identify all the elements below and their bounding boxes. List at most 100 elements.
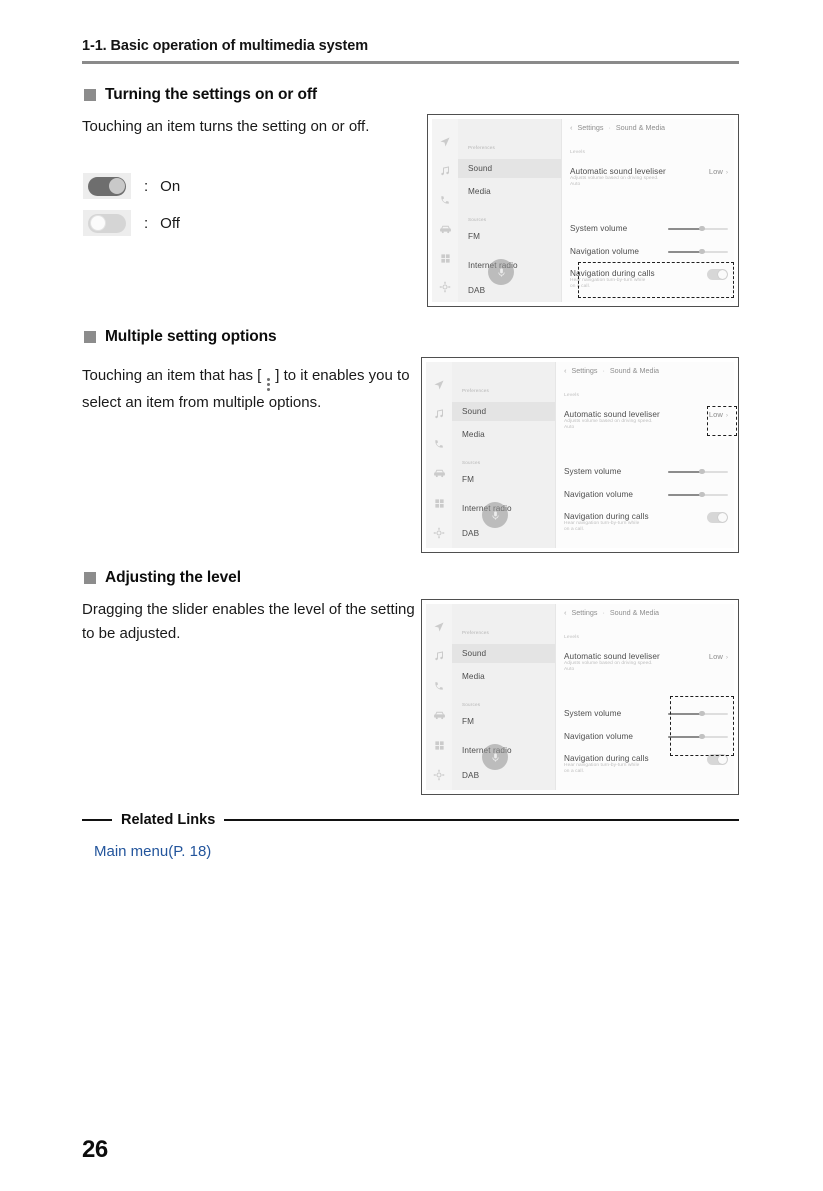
setting-value-text: Low xyxy=(708,652,723,661)
navigation-during-calls-toggle[interactable] xyxy=(707,269,728,280)
menu-item-dab[interactable]: DAB xyxy=(452,529,489,538)
related-links-rule-left xyxy=(82,818,112,822)
slider-thumb[interactable] xyxy=(699,491,705,498)
icon-rail xyxy=(432,119,458,302)
phone-icon[interactable] xyxy=(432,679,446,693)
toggle-knob xyxy=(108,178,125,194)
infotainment-screen: Preferences Sound Media Sources FM Inter… xyxy=(432,119,734,302)
slider-thumb[interactable] xyxy=(699,710,705,717)
setting-name: Automatic sound leveliser xyxy=(564,410,660,419)
legend-row-off: : Off xyxy=(83,210,180,236)
setting-name: Navigation during calls xyxy=(564,512,649,521)
square-bullet-icon xyxy=(84,89,96,101)
back-chevron-icon[interactable]: ‹ xyxy=(564,366,567,375)
setting-subtitle-2: Auto xyxy=(564,667,575,673)
menu-group-label-sources: Sources xyxy=(462,460,481,465)
setting-value[interactable]: Low › xyxy=(709,410,728,419)
breadcrumb-root[interactable]: Settings xyxy=(578,123,604,132)
setting-row-system-volume[interactable]: System volume xyxy=(570,224,728,233)
music-note-icon[interactable] xyxy=(432,649,446,663)
setting-row-navigation-during-calls[interactable]: Navigation during calls Hear navigation … xyxy=(564,512,728,533)
car-icon[interactable] xyxy=(432,709,446,723)
navigation-volume-slider[interactable] xyxy=(668,491,728,499)
car-icon[interactable] xyxy=(438,222,452,236)
system-volume-slider[interactable] xyxy=(668,710,728,718)
setting-row-system-volume[interactable]: System volume xyxy=(564,467,728,476)
infotainment-screen: Preferences Sound Media Sources FM Inter… xyxy=(426,604,734,790)
system-volume-slider[interactable] xyxy=(668,468,728,476)
breadcrumb-root[interactable]: Settings xyxy=(572,608,598,617)
menu-item-sound[interactable]: Sound xyxy=(452,402,555,421)
legend-colon-on: : xyxy=(144,177,149,195)
microphone-icon[interactable] xyxy=(482,502,508,528)
navigation-during-calls-toggle[interactable] xyxy=(707,754,728,765)
navigation-arrow-icon[interactable] xyxy=(438,135,452,149)
menu-item-sound[interactable]: Sound xyxy=(452,644,555,663)
back-chevron-icon[interactable]: ‹ xyxy=(570,123,573,132)
menu-item-sound[interactable]: Sound xyxy=(458,159,561,178)
slider-thumb[interactable] xyxy=(699,225,705,232)
setting-name: System volume xyxy=(564,467,622,476)
gear-icon[interactable] xyxy=(432,768,446,782)
setting-row-automatic-sound-leveliser[interactable]: Automatic sound leveliser Adjusts volume… xyxy=(570,167,728,188)
chevron-right-icon: › xyxy=(725,654,728,661)
navigation-volume-slider[interactable] xyxy=(668,248,728,256)
car-icon[interactable] xyxy=(432,467,446,481)
menu-item-media[interactable]: Media xyxy=(458,187,501,196)
music-note-icon[interactable] xyxy=(432,407,446,421)
setting-row-navigation-volume[interactable]: Navigation volume xyxy=(564,732,728,741)
gear-icon[interactable] xyxy=(432,526,446,540)
microphone-icon[interactable] xyxy=(482,744,508,770)
slider-fill xyxy=(668,735,701,738)
setting-value[interactable]: Low › xyxy=(709,652,728,661)
system-volume-slider[interactable] xyxy=(668,225,728,233)
legend-row-on: : On xyxy=(83,173,180,199)
apps-grid-icon[interactable] xyxy=(432,496,446,510)
setting-name: Navigation volume xyxy=(564,490,634,499)
toggle-knob xyxy=(89,215,106,231)
setting-row-system-volume[interactable]: System volume xyxy=(564,709,728,718)
menu-item-media[interactable]: Media xyxy=(452,672,495,681)
setting-row-navigation-during-calls[interactable]: Navigation during calls Hear navigation … xyxy=(564,754,728,775)
menu-item-media[interactable]: Media xyxy=(452,430,495,439)
setting-row-automatic-sound-leveliser[interactable]: Automatic sound leveliser Adjusts volume… xyxy=(564,410,728,431)
slider-thumb[interactable] xyxy=(699,468,705,475)
apps-grid-icon[interactable] xyxy=(438,251,452,265)
breadcrumb-current: Sound & Media xyxy=(615,123,666,132)
back-chevron-icon[interactable]: ‹ xyxy=(564,608,567,617)
phone-icon[interactable] xyxy=(438,193,452,207)
apps-grid-icon[interactable] xyxy=(432,738,446,752)
menu-item-dab[interactable]: DAB xyxy=(452,771,489,780)
setting-row-navigation-volume[interactable]: Navigation volume xyxy=(570,247,728,256)
related-link-main-menu[interactable]: Main menu(P. 18) xyxy=(94,843,211,860)
menu-item-dab[interactable]: DAB xyxy=(458,286,495,295)
setting-name: System volume xyxy=(564,709,622,718)
breadcrumb-current: Sound & Media xyxy=(609,366,660,375)
breadcrumb-separator: · xyxy=(602,366,605,375)
setting-row-navigation-during-calls[interactable]: Navigation during calls Hear navigation … xyxy=(570,269,728,290)
breadcrumb-separator: · xyxy=(602,608,605,617)
slider-fill xyxy=(668,493,701,496)
setting-value[interactable]: Low › xyxy=(709,167,728,176)
header-rule xyxy=(82,61,739,64)
music-note-icon[interactable] xyxy=(438,164,452,178)
menu-item-fm[interactable]: FM xyxy=(452,475,484,484)
gear-icon[interactable] xyxy=(438,280,452,294)
navigation-arrow-icon[interactable] xyxy=(432,378,446,392)
breadcrumb-root[interactable]: Settings xyxy=(572,366,598,375)
slider-thumb[interactable] xyxy=(699,248,705,255)
section-title: Multiple setting options xyxy=(105,328,277,345)
setting-row-automatic-sound-leveliser[interactable]: Automatic sound leveliser Adjusts volume… xyxy=(564,652,728,673)
setting-row-navigation-volume[interactable]: Navigation volume xyxy=(564,490,728,499)
phone-icon[interactable] xyxy=(432,437,446,451)
menu-item-fm[interactable]: FM xyxy=(452,717,484,726)
menu-item-fm[interactable]: FM xyxy=(458,232,490,241)
navigation-arrow-icon[interactable] xyxy=(432,620,446,634)
navigation-volume-slider[interactable] xyxy=(668,733,728,741)
infotainment-screen: Preferences Sound Media Sources FM Inter… xyxy=(426,362,734,548)
microphone-icon[interactable] xyxy=(488,259,514,285)
navigation-during-calls-toggle[interactable] xyxy=(707,512,728,523)
slider-thumb[interactable] xyxy=(699,733,705,740)
running-head-title: 1-1. Basic operation of multimedia syste… xyxy=(82,38,368,54)
menu-group-label-sources: Sources xyxy=(468,217,487,222)
